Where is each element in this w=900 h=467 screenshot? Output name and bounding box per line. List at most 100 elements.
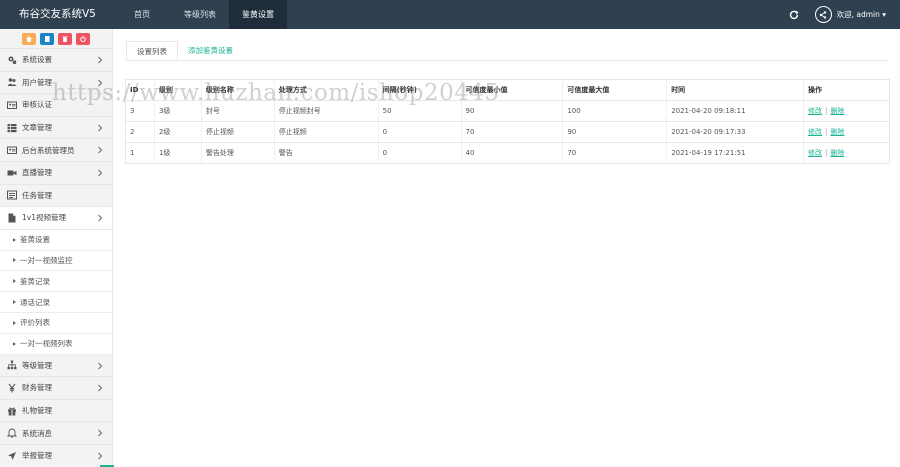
sidebar-item-gift-management[interactable]: 礼物管理 (0, 400, 112, 423)
action-separator: | (825, 107, 828, 115)
delete-link[interactable]: 删除 (830, 128, 844, 136)
tab-divider (126, 60, 889, 61)
sidebar-item-finance-management[interactable]: 财务管理 (0, 377, 112, 400)
sidebar-item-label: 财务管理 (22, 383, 52, 393)
list-icon (6, 190, 17, 201)
chevron-right-icon (98, 429, 103, 437)
sidebar-subitem-review-list[interactable]: 评价列表 (0, 312, 112, 334)
cell-max-confidence: 70 (562, 142, 667, 164)
caret-right-icon (13, 341, 16, 346)
sidebar: 系统设置 用户管理 审核认证 文章管理 后台系统管理员 直播管理 任务管理 1v… (0, 29, 113, 467)
table-row: 1 1级 警告处理 警告 0 40 70 2021-04-19 17:21:51… (125, 142, 890, 164)
cell-level-name: 封号 (200, 100, 275, 122)
refresh-icon[interactable] (787, 8, 801, 22)
quick-buttons (0, 29, 112, 49)
cell-actions: 修改 | 删除 (803, 142, 890, 164)
tab-settings-list[interactable]: 设置列表 (126, 41, 178, 61)
sidebar-subitem-detect-records[interactable]: 鉴黄记录 (0, 271, 112, 293)
admin-card-icon (6, 145, 17, 156)
tab-bar: 设置列表 添加鉴黄设置 (126, 41, 243, 61)
user-menu[interactable]: 欢迎, admin ▾ (837, 9, 886, 20)
chevron-right-icon (98, 147, 103, 154)
top-right: 欢迎, admin ▾ (787, 0, 900, 29)
cell-actions: 修改 | 删除 (803, 100, 890, 122)
edit-link[interactable]: 修改 (808, 149, 822, 157)
col-header-handling: 处理方式 (273, 79, 379, 101)
power-icon[interactable] (76, 32, 90, 45)
sidebar-item-article-management[interactable]: 文章管理 (0, 117, 112, 140)
cell-min-confidence: 90 (460, 100, 563, 122)
settings-table: ID 级别 级别名称 处理方式 间隔(秒钟) 可信度最小值 可信度最大值 时间 … (125, 79, 890, 164)
sidebar-item-label: 直播管理 (22, 168, 52, 178)
cell-time: 2021-04-20 09:17:33 (666, 121, 804, 143)
chevron-right-icon (98, 452, 103, 460)
id-card-icon (6, 99, 17, 110)
col-header-time: 时间 (666, 79, 804, 101)
edit-link[interactable]: 修改 (808, 107, 822, 115)
nav-home[interactable]: 首页 (113, 0, 171, 29)
edit-link[interactable]: 修改 (808, 128, 822, 136)
th-list-icon (6, 122, 17, 133)
cell-id: 3 (125, 100, 155, 122)
gears-icon (6, 54, 17, 65)
sidebar-subitem-label: 鉴黄记录 (20, 276, 50, 286)
sidebar-item-report-management[interactable]: 举报管理 (0, 445, 112, 467)
sidebar-subitem-1v1-monitor[interactable]: 一对一视频监控 (0, 250, 112, 272)
sitemap-icon (6, 360, 17, 371)
cell-handling: 警告 (273, 142, 379, 164)
tab-add-setting[interactable]: 添加鉴黄设置 (178, 41, 243, 61)
chevron-right-icon (98, 79, 103, 86)
sidebar-item-admin-management[interactable]: 后台系统管理员 (0, 139, 112, 162)
sidebar-item-system-settings[interactable]: 系统设置 (0, 49, 112, 72)
trash-icon[interactable] (58, 32, 72, 45)
document-icon[interactable] (40, 32, 54, 45)
yen-icon (6, 382, 17, 393)
caret-right-icon (13, 258, 16, 263)
cell-handling: 停止视频封号 (273, 100, 379, 122)
sidebar-subitem-call-records[interactable]: 通话记录 (0, 292, 112, 313)
cell-level: 3级 (153, 100, 202, 122)
sidebar-subitem-label: 一对一视频监控 (20, 255, 73, 265)
cell-handling: 停止视频 (273, 121, 379, 143)
sidebar-item-label: 用户管理 (22, 77, 52, 87)
cell-interval: 50 (377, 100, 461, 122)
sidebar-subitem-1v1-video-list[interactable]: 一对一视频列表 (0, 333, 112, 355)
chevron-right-icon (98, 214, 103, 222)
sidebar-item-live-management[interactable]: 直播管理 (0, 162, 112, 185)
caret-right-icon (13, 320, 16, 325)
top-bar: 布谷交友系统V5 首页 等级列表 鉴黄设置 欢迎, admin ▾ (0, 0, 900, 29)
delete-link[interactable]: 删除 (830, 107, 844, 115)
cell-time: 2021-04-19 17:21:51 (666, 142, 804, 164)
caret-right-icon (13, 300, 16, 305)
sidebar-item-system-messages[interactable]: 系统消息 (0, 422, 112, 445)
sidebar-item-1v1-video-management[interactable]: 1v1视频管理 (0, 207, 112, 230)
col-header-level-name: 级别名称 (200, 79, 275, 101)
caret-right-icon (13, 279, 16, 284)
nav-porn-detect-settings[interactable]: 鉴黄设置 (229, 0, 287, 29)
sidebar-item-label: 系统设置 (22, 55, 52, 65)
file-icon (6, 212, 17, 223)
chevron-right-icon (98, 362, 103, 369)
share-avatar-icon[interactable] (814, 6, 832, 23)
sidebar-item-task-management[interactable]: 任务管理 (0, 185, 112, 208)
app-title: 布谷交友系统V5 (19, 8, 96, 20)
sidebar-item-label: 系统消息 (22, 428, 52, 438)
col-header-actions: 操作 (803, 79, 890, 101)
caret-right-icon (13, 237, 16, 242)
sidebar-item-level-management[interactable]: 等级管理 (0, 355, 112, 378)
home-icon[interactable] (22, 32, 36, 45)
sidebar-item-review-verification[interactable]: 审核认证 (0, 94, 112, 117)
cell-min-confidence: 70 (460, 121, 563, 143)
nav-level-list[interactable]: 等级列表 (171, 0, 229, 29)
sidebar-subitem-label: 评价列表 (20, 318, 50, 328)
gift-icon (6, 405, 17, 416)
sidebar-subitem-porn-detect-settings[interactable]: 鉴黄设置 (0, 229, 112, 251)
cell-max-confidence: 100 (562, 100, 667, 122)
cell-actions: 修改 | 删除 (803, 121, 890, 143)
cell-interval: 0 (377, 142, 461, 164)
sidebar-item-user-management[interactable]: 用户管理 (0, 72, 112, 95)
top-nav: 首页 等级列表 鉴黄设置 (113, 0, 287, 29)
cell-interval: 0 (377, 121, 461, 143)
chevron-right-icon (98, 169, 103, 177)
delete-link[interactable]: 删除 (830, 149, 844, 157)
